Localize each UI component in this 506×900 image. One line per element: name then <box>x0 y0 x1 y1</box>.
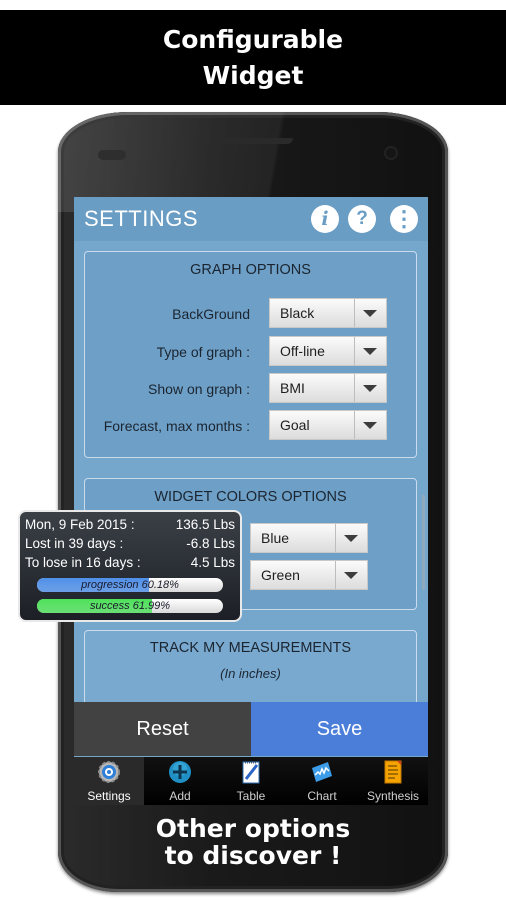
tab-settings-label: Settings <box>87 789 131 803</box>
chevron-down-icon <box>363 422 377 429</box>
tab-add-label: Add <box>169 789 191 803</box>
promo-footer-line1: Other options <box>155 814 351 843</box>
chevron-down-icon <box>344 535 358 542</box>
measurements-subtitle: (In inches) <box>220 666 281 681</box>
chevron-down-icon <box>344 572 358 579</box>
progression-bar-text: progression 60.18% <box>81 579 179 591</box>
promo-title-line2: Widget <box>202 61 304 90</box>
plus-icon <box>169 761 191 783</box>
chevron-down-icon <box>363 348 377 355</box>
dropdown-divider <box>354 411 355 439</box>
promo-footer-line2: to discover ! <box>164 841 342 870</box>
graph-type-dropdown[interactable]: Off-line <box>269 336 387 366</box>
dropdown-divider <box>354 299 355 327</box>
graph-options-panel: GRAPH OPTIONS BackGround Black Type of g… <box>84 251 417 458</box>
background-value: Black <box>280 305 315 321</box>
dropdown-divider <box>335 561 336 589</box>
show-on-graph-value: BMI <box>280 380 305 396</box>
tab-settings[interactable]: Settings <box>74 757 144 805</box>
widget-color-2-dropdown[interactable]: Green <box>250 560 368 590</box>
chevron-down-icon <box>363 310 377 317</box>
widget-color-1-value: Blue <box>261 530 290 546</box>
widget-date-label: Mon, 9 Feb 2015 : <box>25 517 135 532</box>
promo-banner-bottom: Other options to discover ! <box>0 815 506 869</box>
page-title: SETTINGS <box>84 206 199 231</box>
promo-title-line1: Configurable <box>162 25 344 54</box>
help-icon[interactable]: ? <box>348 205 376 233</box>
reset-button[interactable]: Reset <box>74 702 251 756</box>
document-icon <box>384 760 402 784</box>
save-button[interactable]: Save <box>251 702 428 756</box>
phone-camera <box>386 148 396 158</box>
widget-date-value: 136.5 Lbs <box>175 517 235 532</box>
progression-bar: progression 60.18% <box>37 578 223 592</box>
tab-table-label: Table <box>236 789 266 803</box>
chevron-down-icon <box>363 385 377 392</box>
show-on-graph-dropdown[interactable]: BMI <box>269 373 387 403</box>
success-bar-text: success 61.99% <box>89 600 171 612</box>
graph-options-title: GRAPH OPTIONS <box>190 262 311 278</box>
widget-lost-label: Lost in 39 days : <box>25 536 124 551</box>
success-bar: success 61.99% <box>37 599 223 613</box>
gear-icon <box>98 761 120 783</box>
info-icon[interactable]: i <box>311 205 339 233</box>
overflow-menu-icon[interactable]: ⋮ <box>390 205 418 233</box>
tab-chart[interactable]: Chart <box>287 757 357 805</box>
dropdown-divider <box>354 337 355 365</box>
scrollbar[interactable] <box>422 495 425 590</box>
background-label: BackGround <box>172 306 250 322</box>
background-dropdown[interactable]: Black <box>269 298 387 328</box>
phone-speaker <box>213 138 293 144</box>
phone-sensor <box>98 150 126 160</box>
tab-add[interactable]: Add <box>145 757 215 805</box>
app-screen: SETTINGS i ? ⋮ GRAPH OPTIONS BackGround … <box>74 197 428 805</box>
graph-type-label: Type of graph : <box>156 344 250 360</box>
tab-synthesis-label: Synthesis <box>366 789 420 803</box>
widget-color-2-value: Green <box>261 567 300 583</box>
forecast-value: Goal <box>280 417 310 433</box>
widget-lost-value: -6.8 Lbs <box>186 536 235 551</box>
bottom-tab-bar: Settings Add Table Chart Synthesis <box>74 757 428 805</box>
widget-preview: Mon, 9 Feb 2015 : 136.5 Lbs Lost in 39 d… <box>18 510 242 622</box>
promo-banner-top: Configurable Widget <box>0 10 506 105</box>
chart-icon <box>312 762 332 782</box>
forecast-label: Forecast, max months : <box>103 418 250 434</box>
app-bar: SETTINGS i ? ⋮ <box>74 197 428 241</box>
tab-chart-label: Chart <box>307 789 337 803</box>
widget-to-lose-value: 4.5 Lbs <box>190 555 235 570</box>
notepad-icon <box>242 761 260 784</box>
dropdown-divider <box>335 524 336 552</box>
measurements-title: TRACK MY MEASUREMENTS <box>149 640 352 656</box>
forecast-dropdown[interactable]: Goal <box>269 410 387 440</box>
tab-table[interactable]: Table <box>216 757 286 805</box>
tab-synthesis[interactable]: Synthesis <box>358 757 428 805</box>
widget-color-1-dropdown[interactable]: Blue <box>250 523 368 553</box>
widget-colors-title: WIDGET COLORS OPTIONS <box>154 489 347 505</box>
show-on-graph-label: Show on graph : <box>148 381 250 397</box>
dropdown-divider <box>354 374 355 402</box>
widget-to-lose-label: To lose in 16 days : <box>25 555 141 570</box>
graph-type-value: Off-line <box>280 343 325 359</box>
